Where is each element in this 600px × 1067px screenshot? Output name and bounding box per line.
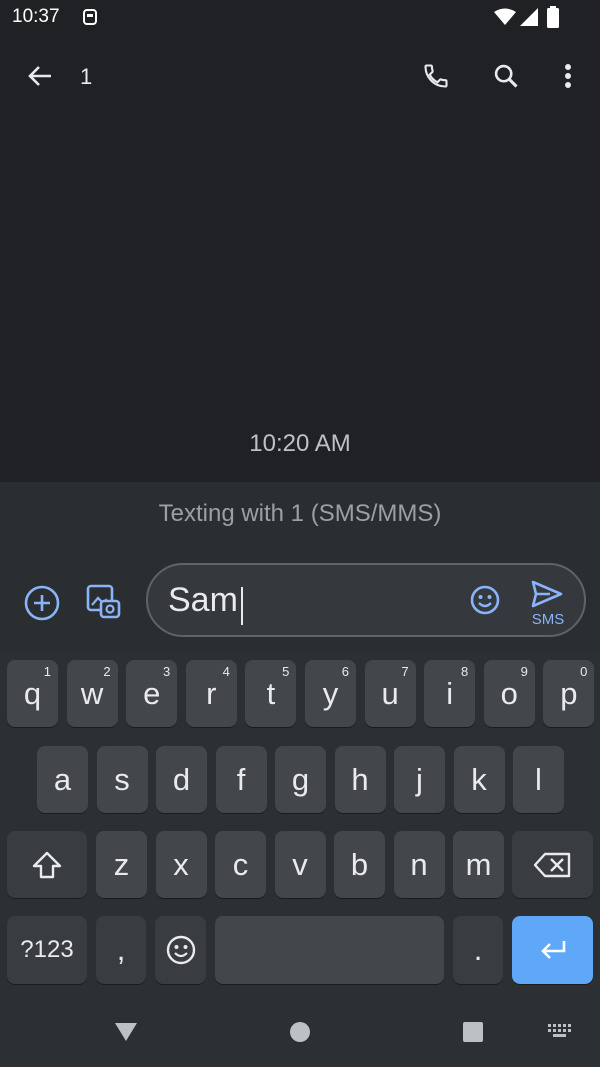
gallery-button[interactable] (80, 578, 128, 626)
send-icon (531, 580, 563, 608)
key-p[interactable]: p0 (543, 660, 595, 727)
nav-back-icon (115, 1023, 137, 1041)
battery-icon (547, 6, 559, 33)
key-h[interactable]: h (334, 746, 386, 813)
texting-banner: Texting with 1 (SMS/MMS) (0, 482, 600, 546)
text-cursor (241, 587, 243, 625)
keyboard-switch-button[interactable] (536, 1008, 584, 1056)
enter-key[interactable] (512, 916, 593, 984)
key-hint: 6 (341, 664, 349, 679)
key-hint: 1 (43, 664, 51, 679)
key-label: i (446, 675, 454, 711)
key-label: o (500, 675, 518, 711)
key-hint: 9 (520, 664, 528, 679)
key-label: t (266, 675, 276, 711)
enter-icon (540, 941, 565, 959)
attach-button[interactable] (18, 579, 66, 627)
keyboard: q1w2e3r4t5y6u7i8o9p0 asdfghjkl zxcvbnm ?… (0, 652, 600, 1000)
key-s[interactable]: s (96, 746, 148, 813)
emoji-icon (166, 935, 195, 965)
status-time: 10:37 (12, 6, 60, 27)
emoji-icon (470, 585, 500, 615)
key-hint: 2 (103, 664, 111, 679)
backspace-key[interactable] (512, 831, 593, 898)
period-key[interactable]: . (453, 916, 503, 984)
key-x[interactable]: x (155, 831, 207, 898)
navigation-bar (0, 1000, 600, 1067)
key-r[interactable]: r4 (185, 660, 237, 727)
key-hint: 5 (282, 664, 290, 679)
backspace-icon (533, 852, 570, 877)
conversation-title: 1 (80, 64, 93, 89)
key-w[interactable]: w2 (66, 660, 118, 727)
key-d[interactable]: d (156, 746, 207, 813)
key-l[interactable]: l (513, 746, 564, 813)
message-text[interactable]: Sam (168, 581, 238, 620)
key-m[interactable]: m (453, 831, 504, 898)
key-n[interactable]: n (393, 831, 445, 898)
key-j[interactable]: j (394, 746, 445, 813)
key-q[interactable]: q1 (7, 660, 58, 727)
wifi-icon (494, 8, 516, 31)
search-button[interactable] (482, 52, 530, 100)
nav-home-icon (290, 1022, 310, 1042)
top-app-bar: 1 (0, 36, 600, 116)
key-t[interactable]: t5 (245, 660, 297, 727)
search-icon (494, 64, 518, 88)
key-label: r (206, 675, 217, 711)
key-y[interactable]: y6 (305, 660, 356, 727)
compose-bar: Sam SMS (0, 546, 600, 652)
key-u[interactable]: u7 (364, 660, 416, 727)
gallery-icon (86, 584, 121, 619)
key-label: w (80, 675, 104, 711)
phone-icon (424, 64, 448, 88)
status-bar: 10:37 (0, 0, 600, 36)
key-hint: 7 (401, 664, 409, 679)
texting-banner-text: Texting with 1 (SMS/MMS) (158, 500, 442, 527)
key-label: y (322, 675, 339, 711)
key-g[interactable]: g (275, 746, 326, 813)
keyboard-icon (548, 1024, 571, 1037)
comma-key[interactable]: , (96, 916, 146, 984)
call-button[interactable] (412, 52, 460, 100)
back-button[interactable] (16, 52, 64, 100)
key-i[interactable]: i8 (424, 660, 476, 727)
key-f[interactable]: f (215, 746, 267, 813)
key-e[interactable]: e3 (126, 660, 178, 727)
key-label: u (381, 675, 399, 711)
key-v[interactable]: v (274, 831, 326, 898)
shift-key[interactable] (7, 831, 87, 898)
symbols-key[interactable]: ?123 (7, 916, 87, 984)
key-hint: 8 (460, 664, 469, 679)
key-o[interactable]: o9 (483, 660, 535, 727)
message-timestamp: 10:20 AM (249, 430, 351, 457)
signal-icon (520, 8, 538, 31)
nav-recents-button[interactable] (449, 1008, 497, 1056)
send-label: SMS (531, 611, 565, 628)
key-a[interactable]: a (37, 746, 88, 813)
key-label: p (560, 675, 578, 711)
key-b[interactable]: b (334, 831, 385, 898)
key-k[interactable]: k (453, 746, 505, 813)
add-circle-icon (24, 585, 60, 621)
more-vert-icon (565, 64, 571, 88)
nav-back-button[interactable] (102, 1008, 150, 1056)
key-label: q (23, 675, 42, 711)
notification-icon (82, 8, 98, 31)
arrow-back-icon (28, 66, 51, 86)
shift-icon (32, 851, 62, 878)
key-hint: 3 (162, 664, 171, 679)
key-hint: 4 (222, 664, 230, 679)
space-key[interactable] (215, 916, 444, 984)
key-label: e (143, 675, 161, 711)
nav-home-button[interactable] (276, 1008, 324, 1056)
emoji-key[interactable] (155, 916, 206, 984)
more-options-button[interactable] (544, 52, 592, 100)
message-input[interactable]: Sam SMS (146, 563, 586, 637)
nav-recents-icon (463, 1022, 483, 1042)
key-c[interactable]: c (215, 831, 266, 898)
key-hint: 0 (580, 664, 588, 679)
key-z[interactable]: z (96, 831, 147, 898)
emoji-button[interactable] (461, 576, 509, 624)
